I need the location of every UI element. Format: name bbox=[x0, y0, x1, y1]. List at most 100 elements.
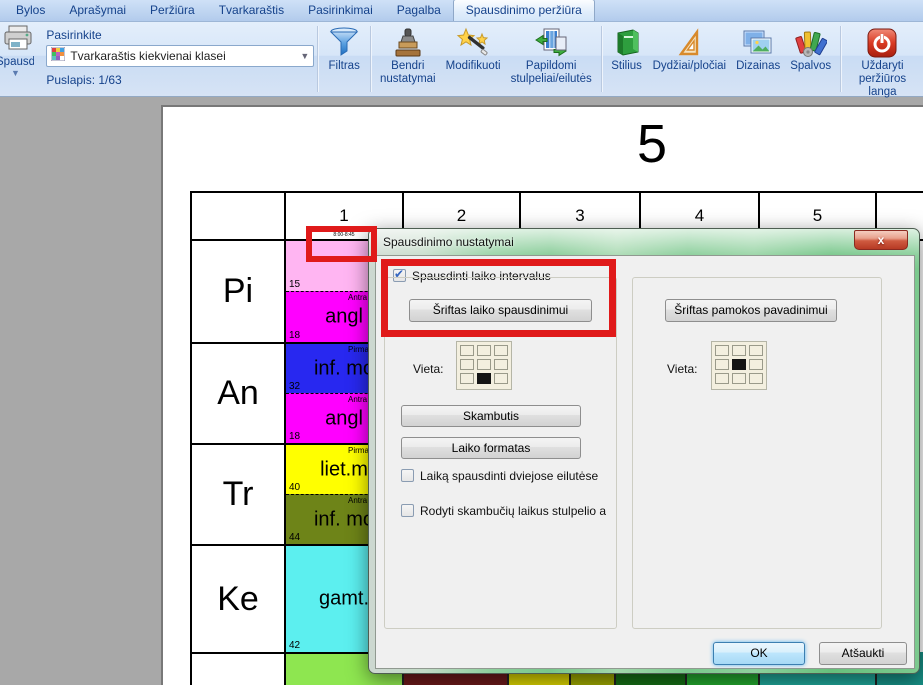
checkbox-box[interactable] bbox=[401, 469, 414, 482]
ribbon-button-label: Spalvos bbox=[790, 60, 831, 73]
timetable-type-combobox[interactable]: Tvarkaraštis kiekvienai klasei ▼ bbox=[46, 45, 314, 67]
position-cell[interactable] bbox=[749, 345, 763, 356]
chevron-down-icon[interactable]: ▼ bbox=[11, 68, 20, 78]
style-book-icon bbox=[611, 26, 643, 60]
vieta-label-right: Vieta: bbox=[667, 362, 697, 376]
show-bell-times-checkbox[interactable]: Rodyti skambučių laikus stulpelio antraš… bbox=[401, 504, 606, 518]
position-cell[interactable] bbox=[749, 359, 763, 370]
filter-button[interactable]: Filtras bbox=[322, 24, 366, 75]
position-cell[interactable] bbox=[715, 373, 729, 384]
tools-group: Bendri nustatymai(ModifikuotiPapildomi s… bbox=[372, 22, 600, 96]
lesson-groupbox bbox=[632, 277, 882, 629]
lesson-number: 15 bbox=[289, 279, 300, 290]
select-group: Pasirinkite Tvarkaraštis kiekvienai klas… bbox=[34, 22, 316, 96]
tab-bar: BylosAprašymaiPeržiūraTvarkaraštisPasiri… bbox=[0, 0, 923, 22]
page-title: 5 bbox=[612, 113, 692, 175]
tab-peržiūra[interactable]: Peržiūra bbox=[138, 0, 207, 21]
tab-pasirinkimai[interactable]: Pasirinkimai bbox=[296, 0, 385, 21]
tab-pagalba[interactable]: Pagalba bbox=[385, 0, 453, 21]
close-preview-button[interactable]: Uždaryti peržiūros langa bbox=[845, 24, 920, 101]
group-tag: Antra bbox=[348, 395, 367, 404]
page-counter: Puslapis: 1/63 bbox=[46, 73, 121, 87]
ribbon: Spausdinti ▼ Pasirinkite Tvarkaraštis ki… bbox=[0, 22, 923, 97]
laiko-formatas-button[interactable]: Laiko formatas bbox=[401, 437, 581, 459]
ribbon-button-label: Modifikuoti bbox=[446, 60, 501, 73]
annotation-rect-font-button bbox=[381, 259, 616, 337]
lesson-position-grid bbox=[711, 341, 767, 390]
position-cell[interactable] bbox=[494, 345, 508, 356]
lesson-number: 18 bbox=[289, 330, 300, 341]
stamp-icon bbox=[392, 26, 424, 60]
funnel-icon bbox=[327, 26, 361, 60]
power-icon bbox=[866, 26, 898, 60]
ribbon-button-label: Dydžiai/pločiai bbox=[653, 60, 727, 73]
ribbon-button-label: Papildomi stulpeliai/eilutės bbox=[511, 60, 592, 86]
ribbon-button-spalvos[interactable]: Spalvos bbox=[785, 24, 836, 75]
position-cell[interactable] bbox=[477, 359, 491, 370]
checkbox-label: Laiką spausdinti dviejose eilutėse bbox=[420, 469, 598, 483]
ribbon-separator bbox=[317, 26, 318, 92]
ribbon-button-dizainas[interactable]: Dizainas bbox=[731, 24, 785, 75]
position-cell[interactable] bbox=[460, 345, 474, 356]
ruler-icon bbox=[673, 26, 705, 60]
font-lesson-button[interactable]: Šriftas pamokos pavadinimui bbox=[665, 299, 837, 322]
ribbon-separator bbox=[370, 26, 371, 92]
position-cell[interactable] bbox=[732, 345, 746, 356]
ribbon-button-modifikuoti[interactable]: (Modifikuoti bbox=[441, 24, 506, 75]
position-cell[interactable] bbox=[749, 373, 763, 384]
ribbon-button-dydžiai-pločiai[interactable]: Dydžiai/pločiai bbox=[648, 24, 732, 75]
ribbon-button-stilius[interactable]: Stilius bbox=[606, 24, 648, 75]
checkbox-label: Rodyti skambučių laikus stulpelio antraš… bbox=[420, 504, 606, 518]
day-label: Tr bbox=[192, 445, 286, 544]
extra-columns-icon bbox=[534, 26, 568, 60]
printer-icon bbox=[3, 25, 33, 56]
print-button[interactable]: Spausdinti ▼ bbox=[0, 22, 34, 96]
position-cell[interactable] bbox=[715, 345, 729, 356]
lesson-number: 42 bbox=[289, 640, 300, 651]
two-lines-checkbox[interactable]: Laiką spausdinti dviejose eilutėse bbox=[401, 469, 598, 483]
print-button-label: Spausdinti bbox=[0, 56, 34, 68]
close-preview-group: Uždaryti peržiūros langa bbox=[842, 22, 923, 96]
cancel-button[interactable]: Atšaukti bbox=[819, 642, 907, 665]
position-cell[interactable] bbox=[732, 373, 746, 384]
design-images-icon bbox=[741, 26, 775, 60]
filter-button-label: Filtras bbox=[329, 60, 360, 73]
day-label bbox=[192, 654, 286, 685]
ok-button[interactable]: OK bbox=[713, 642, 805, 665]
tab-spausdinimo-peržiūra[interactable]: Spausdinimo peržiūra bbox=[453, 0, 595, 21]
group-tag: Antra bbox=[348, 496, 367, 505]
position-cell[interactable] bbox=[494, 359, 508, 370]
tab-bylos[interactable]: Bylos bbox=[4, 0, 57, 21]
select-group-label: Pasirinkite bbox=[46, 28, 101, 42]
ribbon-button-bendri-nustatymai[interactable]: Bendri nustatymai bbox=[375, 24, 441, 88]
timetable-grid-icon bbox=[51, 47, 65, 66]
tab-aprašymai[interactable]: Aprašymai bbox=[57, 0, 138, 21]
position-cell[interactable] bbox=[460, 359, 474, 370]
chevron-down-icon[interactable]: ▼ bbox=[300, 51, 309, 61]
vieta-label-left: Vieta: bbox=[413, 362, 443, 376]
position-cell[interactable] bbox=[715, 359, 729, 370]
group-tag: Pirma bbox=[348, 345, 369, 354]
lesson-number: 40 bbox=[289, 482, 300, 493]
dialog-title: Spausdinimo nustatymai bbox=[383, 235, 514, 249]
colors-palette-icon bbox=[795, 26, 827, 60]
position-cell[interactable] bbox=[494, 373, 508, 384]
timetable-corner-cell bbox=[192, 193, 286, 239]
ribbon-button-papildomi-stulpeliai-eilutės[interactable]: Papildomi stulpeliai/eilutės bbox=[506, 24, 597, 88]
close-icon[interactable]: x bbox=[854, 230, 908, 250]
ribbon-button-label: Stilius bbox=[611, 60, 642, 73]
close-preview-label: Uždaryti peržiūros langa bbox=[850, 60, 915, 99]
ribbon-button-label: Dizainas bbox=[736, 60, 780, 73]
position-cell-selected[interactable] bbox=[732, 359, 746, 370]
time-position-grid bbox=[456, 341, 512, 390]
position-cell-selected[interactable] bbox=[477, 373, 491, 384]
ribbon-separator bbox=[840, 26, 841, 92]
filter-group: Filtras bbox=[319, 22, 369, 96]
position-cell[interactable] bbox=[477, 345, 491, 356]
day-label: An bbox=[192, 344, 286, 443]
tab-tvarkaraštis[interactable]: Tvarkaraštis bbox=[207, 0, 296, 21]
ribbon-separator bbox=[601, 26, 602, 92]
skambutis-button[interactable]: Skambutis bbox=[401, 405, 581, 427]
checkbox-box[interactable] bbox=[401, 504, 414, 517]
position-cell[interactable] bbox=[460, 373, 474, 384]
